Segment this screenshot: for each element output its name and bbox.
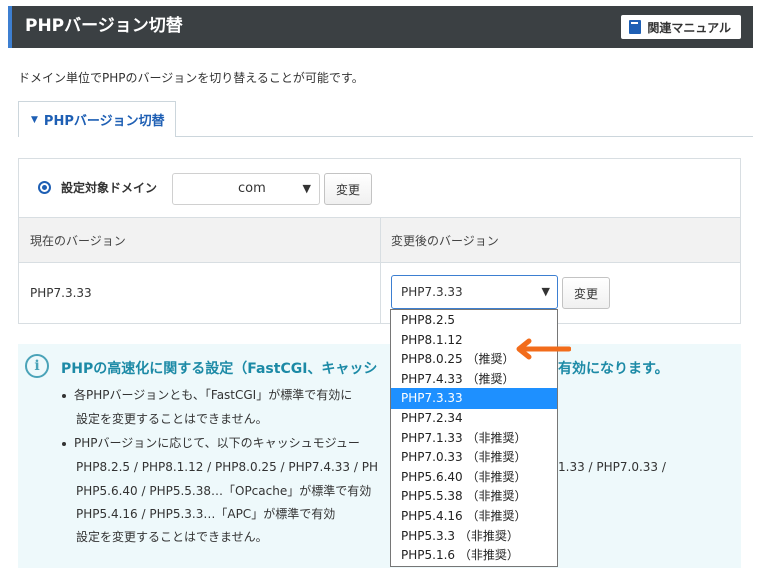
dropdown-option[interactable]: PHP5.6.40 （非推奨） <box>391 467 557 488</box>
page-header: PHPバージョン切替 関連マニュアル <box>8 6 753 48</box>
page-description: ドメイン単位でPHPのバージョンを切り替えることが可能です。 <box>18 71 364 85</box>
info-line-1-text: 各PHPバージョンとも、「FastCGI」が標準で有効に <box>74 388 353 402</box>
info-icon: i <box>25 354 49 378</box>
column-divider <box>380 218 381 324</box>
info-line-3: PHPバージョンに応じて、以下のキャッシュモジュー <box>62 432 360 454</box>
dropdown-option[interactable]: PHP7.2.34 <box>391 408 557 429</box>
dropdown-option-selected[interactable]: PHP7.3.33 <box>391 388 557 410</box>
domain-radio[interactable] <box>38 181 51 194</box>
php-version-select[interactable]: PHP7.3.33 ▼ <box>391 275 558 309</box>
info-line-4: PHP8.2.5 / PHP8.1.12 / PHP8.0.25 / PHP7.… <box>76 460 378 474</box>
chevron-down-icon: ▼ <box>31 114 38 125</box>
dropdown-option[interactable]: PHP5.1.6 （非推奨） <box>391 545 557 566</box>
annotation-arrow-icon <box>516 338 571 360</box>
info-line-3-text: PHPバージョンに応じて、以下のキャッシュモジュー <box>74 436 360 450</box>
chevron-down-icon: ▼ <box>541 285 550 298</box>
bullet-icon <box>62 441 66 446</box>
info-line-2: 設定を変更することはできません。 <box>76 412 268 426</box>
dropdown-option[interactable]: PHP5.3.3 （非推奨） <box>391 526 557 547</box>
info-line-1: 各PHPバージョンとも、「FastCGI」が標準で有効に <box>62 384 352 406</box>
related-manual-button[interactable]: 関連マニュアル <box>621 15 741 39</box>
info-line-7: 設定を変更することはできません。 <box>76 530 268 544</box>
tab-php-version-switch[interactable]: ▼ PHPバージョン切替 <box>18 101 176 137</box>
dropdown-option[interactable]: PHP5.5.38 （非推奨） <box>391 486 557 507</box>
header-new-version: 変更後のバージョン <box>391 234 499 248</box>
php-version-select-value: PHP7.3.33 <box>401 285 463 299</box>
domain-row: 設定対象ドメイン com ▼ 変更 <box>19 159 740 218</box>
info-title-tail: 有効になります。 <box>558 361 669 377</box>
info-box: i PHPの高速化に関する設定（FastCGI、キャッシ 有効になります。 各P… <box>18 344 741 568</box>
dropdown-option[interactable]: PHP8.2.5 <box>391 310 557 331</box>
domain-label: 設定対象ドメイン <box>61 181 158 195</box>
dropdown-option[interactable]: PHP7.1.33 （非推奨） <box>391 428 557 449</box>
domain-select[interactable]: com ▼ <box>172 173 320 205</box>
tab-label: PHPバージョン切替 <box>43 114 165 129</box>
dropdown-option[interactable]: PHP7.4.33 （推奨） <box>391 369 557 390</box>
dropdown-option[interactable]: PHP5.4.16 （非推奨） <box>391 506 557 527</box>
page-title: PHPバージョン切替 <box>25 16 183 36</box>
book-icon <box>629 20 642 34</box>
info-title: PHPの高速化に関する設定（FastCGI、キャッシ <box>61 361 378 377</box>
header-current-version: 現在のバージョン <box>30 234 126 248</box>
bullet-icon <box>62 393 66 398</box>
current-version-value: PHP7.3.33 <box>30 286 92 300</box>
info-line-4-tail: 1.33 / PHP7.0.33 / <box>558 460 666 474</box>
chevron-down-icon: ▼ <box>302 182 311 195</box>
domain-select-value: com <box>238 181 266 196</box>
info-line-5: PHP5.6.40 / PHP5.5.38…「OPcache」が標準で有効 <box>76 484 372 498</box>
domain-change-button[interactable]: 変更 <box>324 173 372 205</box>
version-change-button[interactable]: 変更 <box>562 277 610 309</box>
header-accent-bar <box>8 6 12 48</box>
version-settings-table: 設定対象ドメイン com ▼ 変更 現在のバージョン 変更後のバージョン PHP… <box>18 158 741 324</box>
info-line-6: PHP5.4.16 / PHP5.3.3…「APC」が標準で有効 <box>76 507 336 521</box>
dropdown-option[interactable]: PHP7.0.33 （非推奨） <box>391 447 557 468</box>
related-manual-label: 関連マニュアル <box>647 20 731 35</box>
